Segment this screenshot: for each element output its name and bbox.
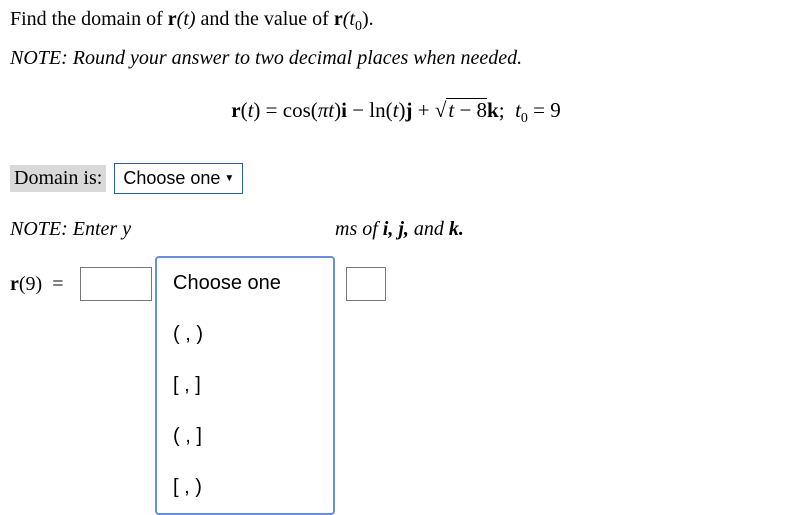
chevron-down-icon: ▼ [224, 173, 234, 184]
dropdown-option-open-open[interactable]: ( , ) [157, 309, 333, 360]
dropdown-option-open-closed[interactable]: ( , ] [157, 411, 333, 462]
rt-arg: (t) [177, 8, 196, 30]
r-bold-2: r [334, 8, 343, 30]
text-and: and the value of [196, 8, 334, 30]
r9-input-2[interactable] [346, 267, 386, 301]
dropdown-option-closed-open[interactable]: [ , ) [157, 462, 333, 513]
r9-label: r(9) [10, 273, 42, 296]
dropdown-option-closed-closed[interactable]: [ , ] [157, 360, 333, 411]
domain-select-text: Choose one [123, 168, 220, 189]
r9-input-1[interactable] [80, 267, 152, 301]
equals: = [52, 273, 63, 296]
note-line: NOTE: Round your answer to two decimal p… [10, 47, 782, 70]
note2-after: ms of i, j, and k. [335, 218, 464, 241]
domain-row: Domain is: Choose one ▼ [10, 163, 782, 194]
text-find: Find the domain of [10, 8, 168, 30]
r9-row: r(9) = [10, 267, 782, 301]
rt0-sub: 0 [355, 19, 362, 34]
problem-line-1: Find the domain of r(t) and the value of… [10, 8, 782, 35]
r-bold: r [168, 8, 177, 30]
domain-label: Domain is: [10, 165, 106, 192]
dropdown-option-choose[interactable]: Choose one [157, 258, 333, 309]
domain-dropdown-list: Choose one ( , ) [ , ] ( , ] [ , ) [155, 256, 335, 515]
note-row-2: NOTE: Enter y ms of i, j, and k. [10, 218, 782, 241]
rt0-close: ). [362, 8, 374, 30]
domain-select[interactable]: Choose one ▼ [114, 163, 243, 194]
note2-before: NOTE: Enter y [10, 218, 155, 241]
equation: r(t) = cos(πt)i − ln(t)j + √t − 8k; t0 =… [10, 98, 782, 127]
rt0-arg: (t [343, 8, 355, 30]
